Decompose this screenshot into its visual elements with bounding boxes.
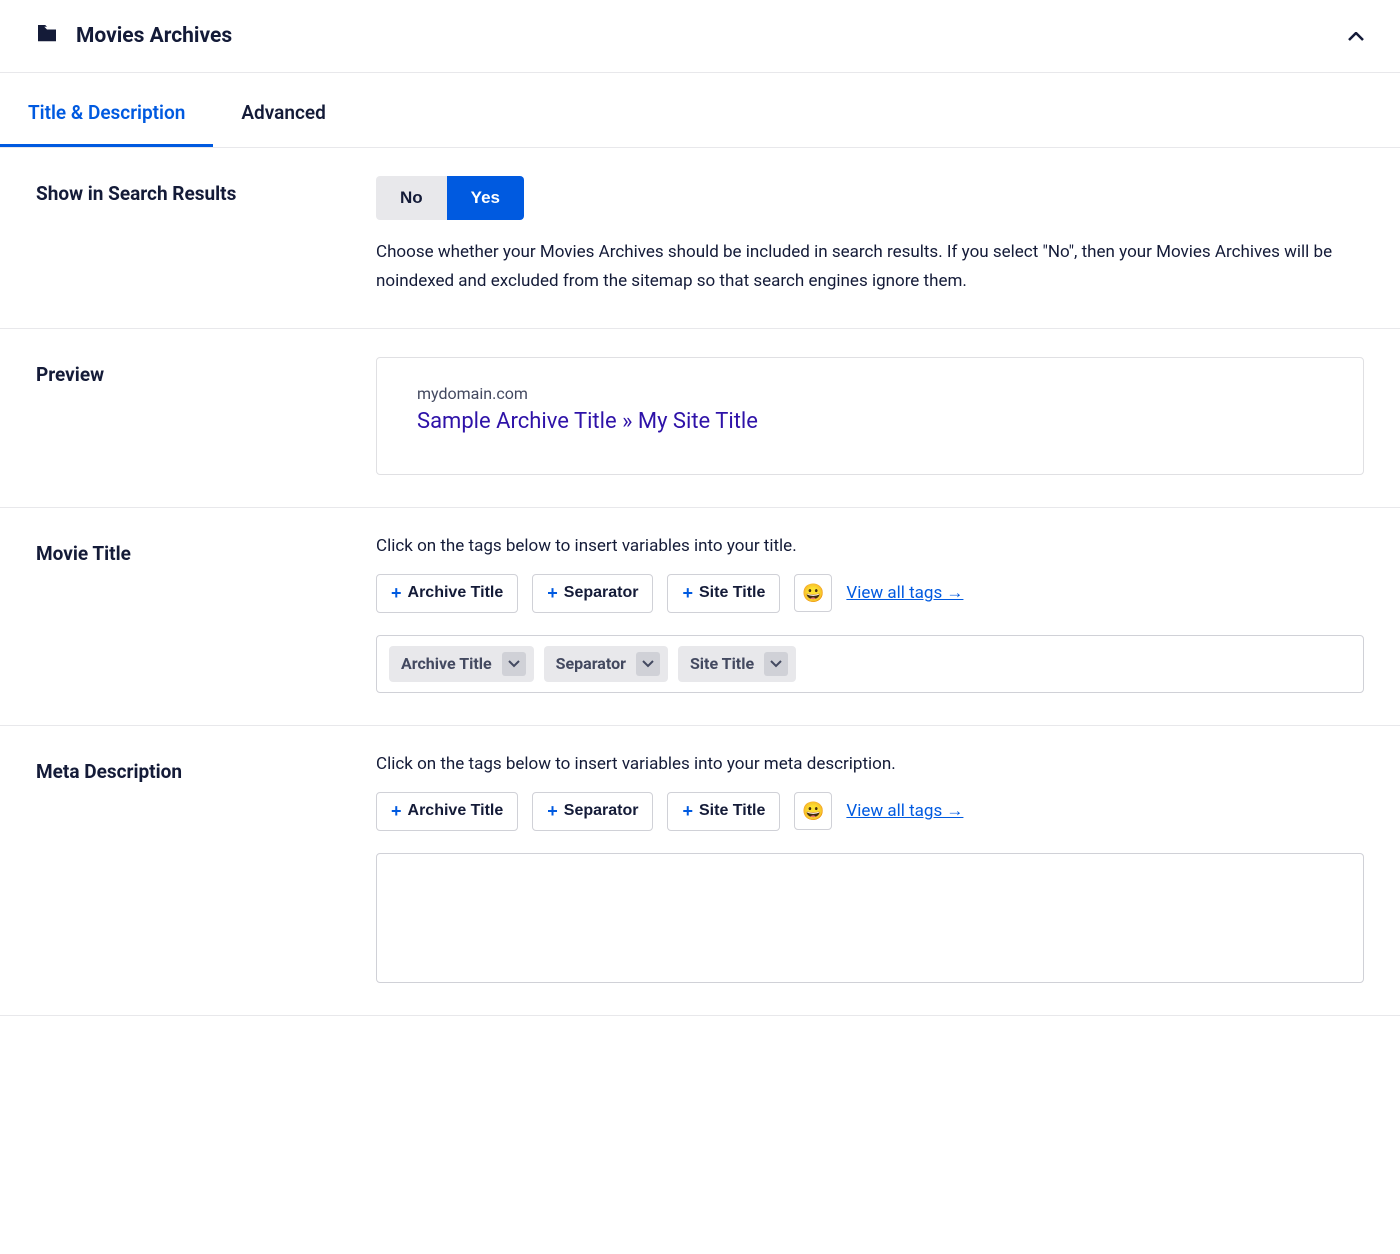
movie-title-label: Movie Title bbox=[36, 536, 376, 693]
toggle-no[interactable]: No bbox=[376, 176, 447, 220]
chevron-down-icon[interactable] bbox=[636, 652, 660, 676]
toggle-yes[interactable]: Yes bbox=[447, 176, 524, 220]
show-in-search-toggle: No Yes bbox=[376, 176, 524, 220]
chevron-up-icon[interactable] bbox=[1348, 27, 1364, 46]
chevron-down-icon[interactable] bbox=[764, 652, 788, 676]
meta-description-instruction: Click on the tags below to insert variab… bbox=[376, 754, 1364, 774]
chip-site-title[interactable]: Site Title bbox=[678, 646, 796, 682]
view-all-tags-link[interactable]: View all tags → bbox=[846, 583, 963, 603]
preview-label: Preview bbox=[36, 357, 376, 475]
tag-site-title-button[interactable]: +Site Title bbox=[667, 792, 780, 831]
tag-separator-button[interactable]: +Separator bbox=[532, 792, 653, 831]
chip-archive-title[interactable]: Archive Title bbox=[389, 646, 534, 682]
tabs: Title & Description Advanced bbox=[0, 73, 1400, 148]
plus-icon: + bbox=[391, 583, 402, 604]
panel-header[interactable]: Movies Archives bbox=[0, 0, 1400, 73]
meta-description-input[interactable] bbox=[376, 853, 1364, 983]
plus-icon: + bbox=[682, 583, 693, 604]
plus-icon: + bbox=[547, 801, 558, 822]
section-meta-description: Meta Description Click on the tags below… bbox=[0, 726, 1400, 1016]
show-in-search-label: Show in Search Results bbox=[36, 176, 376, 296]
tag-archive-title-button[interactable]: +Archive Title bbox=[376, 792, 518, 831]
plus-icon: + bbox=[682, 801, 693, 822]
movie-title-input[interactable]: Archive Title Separator Site Title bbox=[376, 635, 1364, 693]
preview-box: mydomain.com Sample Archive Title » My S… bbox=[376, 357, 1364, 475]
section-movie-title: Movie Title Click on the tags below to i… bbox=[0, 508, 1400, 726]
folder-icon bbox=[36, 25, 76, 47]
plus-icon: + bbox=[547, 583, 558, 604]
chevron-down-icon[interactable] bbox=[502, 652, 526, 676]
emoji-button[interactable]: 😀 bbox=[794, 574, 832, 612]
chip-separator[interactable]: Separator bbox=[544, 646, 668, 682]
tag-archive-title-button[interactable]: +Archive Title bbox=[376, 574, 518, 613]
tag-separator-button[interactable]: +Separator bbox=[532, 574, 653, 613]
preview-title: Sample Archive Title » My Site Title bbox=[417, 409, 1323, 434]
plus-icon: + bbox=[391, 801, 402, 822]
tab-advanced[interactable]: Advanced bbox=[213, 73, 353, 147]
meta-description-label: Meta Description bbox=[36, 754, 376, 983]
tag-site-title-button[interactable]: +Site Title bbox=[667, 574, 780, 613]
meta-description-tag-row: +Archive Title +Separator +Site Title 😀 … bbox=[376, 792, 1364, 831]
section-show-in-search: Show in Search Results No Yes Choose whe… bbox=[0, 148, 1400, 329]
emoji-button[interactable]: 😀 bbox=[794, 792, 832, 830]
tab-title-description[interactable]: Title & Description bbox=[0, 73, 213, 147]
section-preview: Preview mydomain.com Sample Archive Titl… bbox=[0, 329, 1400, 508]
movie-title-instruction: Click on the tags below to insert variab… bbox=[376, 536, 1364, 556]
view-all-tags-link[interactable]: View all tags → bbox=[846, 801, 963, 821]
preview-domain: mydomain.com bbox=[417, 384, 1323, 403]
panel-title: Movies Archives bbox=[76, 24, 1348, 48]
movie-title-tag-row: +Archive Title +Separator +Site Title 😀 … bbox=[376, 574, 1364, 613]
show-in-search-help: Choose whether your Movies Archives shou… bbox=[376, 238, 1364, 296]
